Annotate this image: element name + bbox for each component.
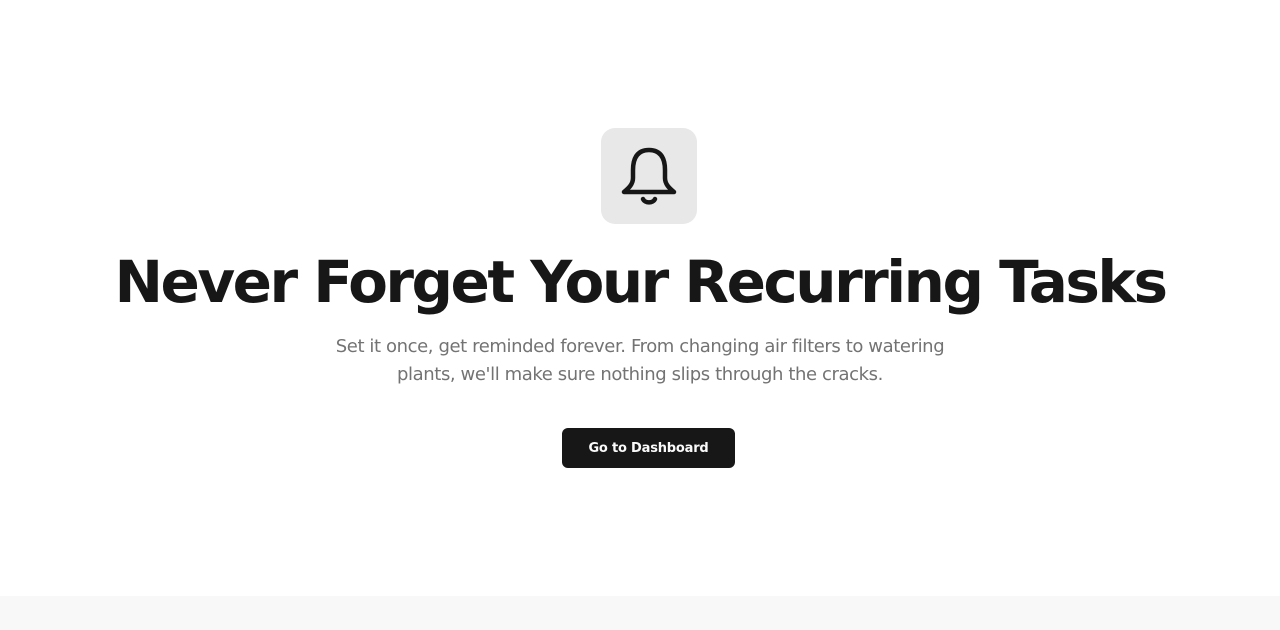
bell-icon-tile <box>601 128 697 224</box>
page-title: Never Forget Your Recurring Tasks <box>114 248 1168 316</box>
hero-section: Never Forget Your Recurring Tasks Set it… <box>0 0 1280 596</box>
landing-page: Never Forget Your Recurring Tasks Set it… <box>0 0 1280 630</box>
go-to-dashboard-button[interactable]: Go to Dashboard <box>562 428 735 468</box>
next-section-band <box>0 596 1280 630</box>
bell-icon <box>621 147 677 205</box>
hero-subtitle: Set it once, get reminded forever. From … <box>335 336 945 385</box>
